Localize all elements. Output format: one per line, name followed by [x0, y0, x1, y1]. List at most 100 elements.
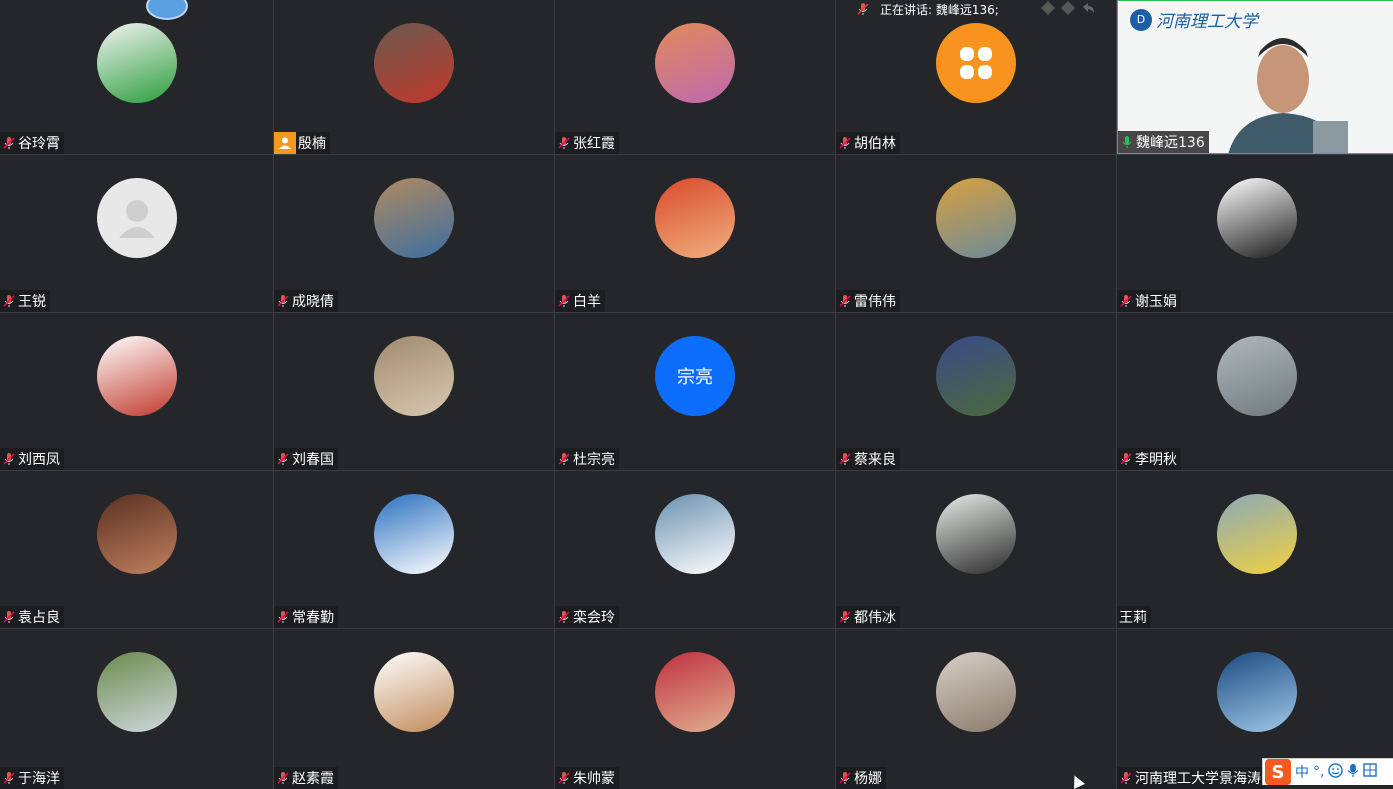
- participant-tile[interactable]: 杨娜: [836, 629, 1116, 789]
- default-user-icon: [118, 200, 155, 238]
- participant-tile[interactable]: 王锐: [0, 155, 273, 312]
- muted-mic-icon: [838, 136, 852, 150]
- participant-name: 赵素霞: [292, 771, 334, 787]
- muted-mic-icon: [1119, 452, 1133, 466]
- avatar: [655, 23, 735, 103]
- muted-mic-icon: [838, 452, 852, 466]
- avatar: [936, 178, 1016, 258]
- participant-name-tag: 刘春国: [274, 448, 338, 470]
- participant-tile[interactable]: D 河南理工大学 魏峰远136: [1117, 0, 1393, 154]
- mic-on-icon: [1120, 135, 1134, 149]
- avatar: [96, 23, 177, 103]
- participant-tile[interactable]: 蔡来良: [836, 313, 1116, 470]
- participant-tile[interactable]: 谢玉娟: [1117, 155, 1393, 312]
- participant-tile[interactable]: 刘西凤: [0, 313, 273, 470]
- participant-tile[interactable]: 常春勤: [274, 471, 554, 628]
- input-method-bar[interactable]: S 中 °,: [1262, 758, 1393, 785]
- voice-input-icon[interactable]: [1347, 763, 1359, 782]
- participant-name-tag: 李明秋: [1117, 448, 1181, 470]
- participant-tile[interactable]: 雷伟伟: [836, 155, 1116, 312]
- muted-mic-icon: [276, 771, 290, 785]
- participant-name: 河南理工大学景海涛: [1135, 771, 1261, 787]
- avatar: [374, 336, 454, 416]
- speaking-indicator: 正在讲话: 魏峰远136;: [856, 0, 999, 18]
- participant-name: 成晓倩: [292, 294, 334, 310]
- participant-name: 蔡来良: [854, 452, 896, 468]
- ime-mode-toggle[interactable]: 中: [1295, 762, 1309, 782]
- muted-mic-icon: [1119, 771, 1133, 785]
- ime-punct-toggle[interactable]: °,: [1313, 764, 1324, 780]
- muted-mic-icon: [557, 610, 571, 624]
- participant-name: 张红霞: [573, 136, 615, 152]
- muted-mic-icon: [838, 610, 852, 624]
- muted-mic-icon: [2, 294, 16, 308]
- participant-tile[interactable]: 朱帅蒙: [555, 629, 835, 789]
- participant-name: 王莉: [1119, 610, 1147, 626]
- participant-tile[interactable]: 殷楠: [274, 0, 554, 154]
- participant-name: 袁占良: [18, 610, 60, 626]
- participant-tile[interactable]: 刘春国: [274, 313, 554, 470]
- participant-tile[interactable]: 白羊: [555, 155, 835, 312]
- participant-name-tag: 张红霞: [555, 132, 619, 154]
- participant-name-tag: 王锐: [0, 290, 50, 312]
- avatar: [374, 494, 454, 574]
- avatar: [936, 652, 1016, 732]
- participant-name-tag: 赵素霞: [274, 767, 338, 789]
- participant-tile[interactable]: 袁占良: [0, 471, 273, 628]
- muted-mic-icon: [838, 771, 852, 785]
- participant-tile[interactable]: 栾会玲: [555, 471, 835, 628]
- participant-name: 殷楠: [298, 136, 326, 152]
- avatar: [936, 336, 1016, 416]
- muted-mic-icon: [2, 771, 16, 785]
- participant-name-tag: 常春勤: [274, 606, 338, 628]
- participant-name-tag: 成晓倩: [274, 290, 338, 312]
- participant-name-tag: 河南理工大学景海涛: [1117, 767, 1265, 789]
- participant-tile[interactable]: 宗亮 杜宗亮: [555, 313, 835, 470]
- undo-icon[interactable]: [1080, 0, 1096, 16]
- top-toolbar: [1040, 0, 1096, 16]
- participant-tile[interactable]: 李明秋: [1117, 313, 1393, 470]
- participant-name-tag: 都伟冰: [836, 606, 900, 628]
- participant-name: 都伟冰: [854, 610, 896, 626]
- participant-tile[interactable]: 成晓倩: [274, 155, 554, 312]
- participant-tile[interactable]: 谷玲霄: [0, 0, 273, 154]
- participant-name-tag: 杨娜: [836, 767, 886, 789]
- participant-name: 雷伟伟: [854, 294, 896, 310]
- emoji-icon[interactable]: [1328, 762, 1344, 782]
- avatar: [374, 652, 454, 732]
- muted-mic-icon: [557, 771, 571, 785]
- participant-tile[interactable]: 都伟冰: [836, 471, 1116, 628]
- participant-name-tag: 杜宗亮: [555, 448, 619, 470]
- participant-tile[interactable]: 张红霞: [555, 0, 835, 154]
- avatar: [936, 494, 1016, 574]
- participant-name-tag: 蔡来良: [836, 448, 900, 470]
- participant-name: 杨娜: [854, 771, 882, 787]
- avatar: [374, 178, 454, 258]
- participant-name-tag: 栾会玲: [555, 606, 619, 628]
- participant-tile[interactable]: 于海洋: [0, 629, 273, 789]
- university-emblem-icon: D: [1130, 8, 1152, 31]
- sogou-logo-icon[interactable]: S: [1265, 759, 1291, 785]
- toolbox-icon[interactable]: [1363, 763, 1378, 781]
- diamond-icon[interactable]: [1060, 0, 1076, 16]
- participant-grid: 谷玲霄 殷楠 张红霞 胡伯林 D 河南理工大学 魏峰远136 王锐 成晓倩 白羊 雷伟伟 谢玉娟刘西凤…: [0, 0, 1393, 789]
- diamond-icon[interactable]: [1040, 0, 1056, 16]
- speaker-video-feed: [1228, 21, 1348, 153]
- muted-mic-icon: [557, 136, 571, 150]
- avatar: [96, 652, 177, 732]
- participant-tile[interactable]: 赵素霞: [274, 629, 554, 789]
- avatar: [96, 178, 177, 258]
- participant-tile[interactable]: 王莉: [1117, 471, 1393, 628]
- avatar: [1217, 178, 1297, 258]
- muted-mic-icon: [557, 452, 571, 466]
- participant-name: 王锐: [18, 294, 46, 310]
- participant-name-tag: 袁占良: [0, 606, 64, 628]
- participant-name: 于海洋: [18, 771, 60, 787]
- muted-mic-icon: [2, 136, 16, 150]
- avatar: [655, 178, 735, 258]
- muted-mic-icon: [557, 294, 571, 308]
- person-icon: [274, 132, 296, 154]
- participant-tile[interactable]: 胡伯林: [836, 0, 1116, 154]
- avatar: [1217, 494, 1297, 574]
- avatar: [374, 23, 454, 103]
